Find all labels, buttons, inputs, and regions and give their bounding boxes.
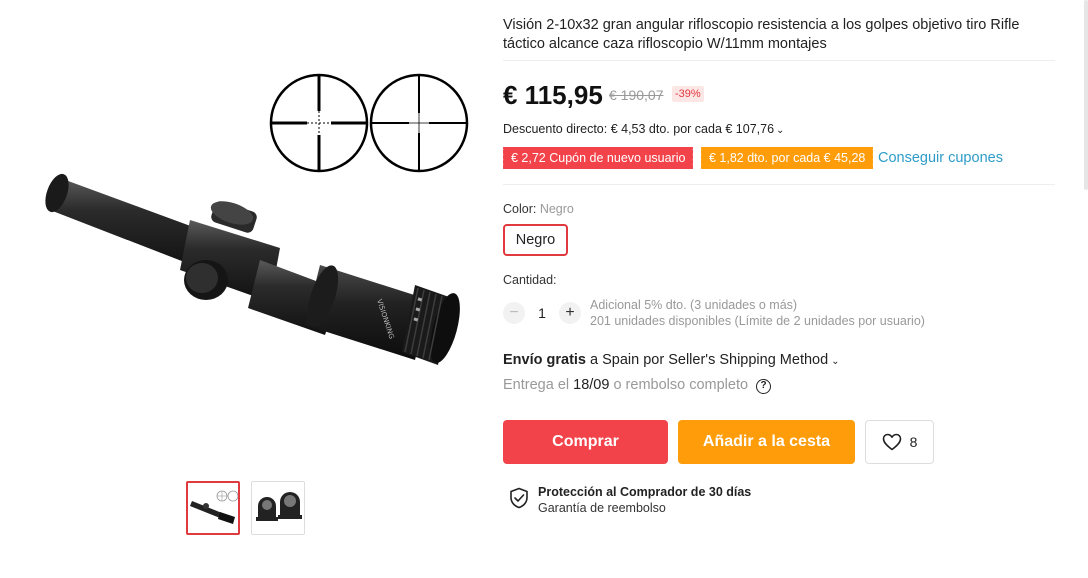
color-selected-value: Negro bbox=[539, 202, 574, 216]
thumbnail-scope[interactable] bbox=[186, 481, 240, 535]
color-label-text: Color: bbox=[503, 202, 537, 216]
rifle-scope-thumbnail-icon bbox=[190, 490, 238, 524]
original-price: € 190,07 bbox=[609, 87, 664, 103]
free-shipping-label: Envío gratis bbox=[503, 352, 586, 368]
buyer-protection-subtitle: Garantía de reembolso bbox=[538, 501, 666, 515]
add-to-cart-button[interactable]: Añadir a la cesta bbox=[678, 420, 855, 464]
thumbnail-strip bbox=[186, 481, 305, 535]
current-price: € 115,95 bbox=[503, 80, 603, 110]
scope-mounts-thumbnail-icon bbox=[256, 492, 302, 521]
rifle-scope-image: VISIONKING bbox=[45, 73, 469, 365]
product-title: Visión 2-10x32 gran angular rifloscopio … bbox=[503, 17, 1020, 52]
quantity-label: Cantidad: bbox=[503, 273, 557, 287]
direct-discount-text: Descuento directo: € 4,53 dto. por cada … bbox=[503, 122, 775, 136]
delivery-date: 18/09 bbox=[573, 377, 610, 393]
discount-badge: -39% bbox=[672, 86, 704, 102]
quantity-decrease-button[interactable]: − bbox=[503, 302, 525, 324]
help-icon[interactable]: ? bbox=[756, 379, 772, 394]
delivery-prefix: Entrega el bbox=[503, 377, 570, 393]
shield-check-icon bbox=[510, 487, 528, 509]
store-coupon[interactable]: € 1,82 dto. por cada € 45,28 bbox=[698, 147, 874, 169]
new-user-coupon[interactable]: € 2,72 Cupón de nuevo usuario bbox=[500, 147, 694, 169]
buyer-protection-title: Protección al Comprador de 30 días bbox=[538, 485, 752, 499]
chevron-down-icon: ⌄ bbox=[831, 356, 840, 367]
reticle-duplex-icon bbox=[269, 73, 369, 173]
thumbnail-mounts[interactable] bbox=[251, 481, 305, 535]
delivery-suffix: o rembolso completo bbox=[613, 377, 749, 393]
wishlist-button[interactable]: 8 bbox=[865, 420, 934, 464]
main-product-image[interactable]: VISIONKING bbox=[20, 70, 471, 410]
quantity-value[interactable]: 1 bbox=[535, 305, 549, 321]
shipping-method: a Spain por Seller's Shipping Method bbox=[590, 352, 829, 368]
divider bbox=[503, 60, 1055, 61]
bulk-discount-note: Adicional 5% dto. (3 unidades o más) bbox=[590, 298, 798, 312]
buy-now-button[interactable]: Comprar bbox=[503, 420, 668, 464]
scrollbar[interactable] bbox=[1084, 0, 1088, 190]
reticle-fine-icon bbox=[369, 73, 469, 173]
delivery-info: Entrega el 18/09 o rembolso completo ? bbox=[503, 377, 772, 394]
chevron-down-icon: ⌄ bbox=[776, 125, 785, 136]
heart-icon bbox=[882, 433, 901, 451]
scope-body: VISIONKING bbox=[45, 173, 460, 365]
shipping-info[interactable]: Envío gratis a Spain por Seller's Shippi… bbox=[503, 352, 840, 368]
get-coupons-link[interactable]: Conseguir cupones bbox=[878, 150, 1003, 166]
divider bbox=[503, 184, 1055, 185]
wishlist-count: 8 bbox=[909, 434, 918, 450]
stock-note: 201 unidades disponibles (Límite de 2 un… bbox=[590, 314, 925, 328]
direct-discount[interactable]: Descuento directo: € 4,53 dto. por cada … bbox=[503, 122, 784, 136]
color-label: Color: Negro bbox=[503, 202, 574, 216]
quantity-increase-button[interactable]: + bbox=[559, 302, 581, 324]
color-option-negro[interactable]: Negro bbox=[503, 224, 568, 256]
